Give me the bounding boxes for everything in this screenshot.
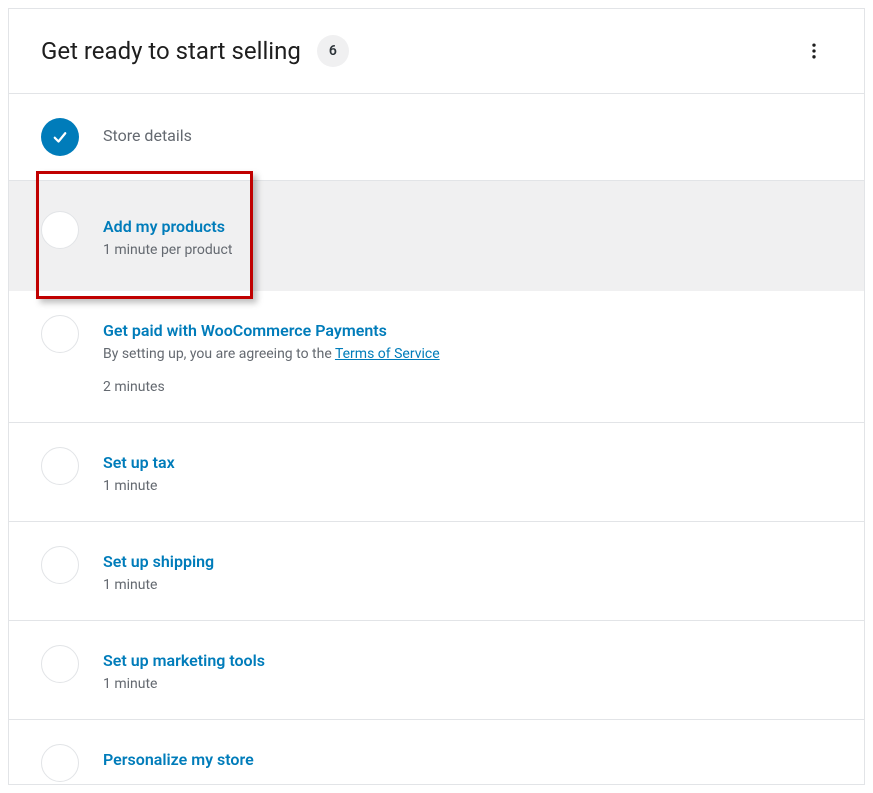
task-duration: 1 minute [103, 575, 214, 596]
setup-card: Get ready to start selling 6 Store detai… [8, 8, 865, 785]
task-title: Set up marketing tools [103, 651, 265, 670]
task-item-get-paid[interactable]: Get paid with WooCommerce Payments By se… [9, 291, 864, 423]
card-title: Get ready to start selling [41, 37, 301, 65]
task-list: Store details Add my products 1 minute p… [9, 94, 864, 784]
task-subtitle: 1 minute per product [103, 240, 232, 261]
task-duration: 1 minute [103, 476, 175, 497]
task-duration: 2 minutes [103, 377, 440, 398]
task-content: Set up tax 1 minute [103, 447, 175, 497]
header-left: Get ready to start selling 6 [41, 35, 349, 67]
task-status-pending-icon [41, 546, 79, 584]
task-title: Personalize my store [103, 750, 254, 769]
task-content: Add my products 1 minute per product [103, 211, 232, 261]
task-status-pending-icon [41, 645, 79, 683]
task-title: Set up shipping [103, 552, 214, 571]
more-menu-button[interactable] [796, 33, 832, 69]
task-item-set-up-shipping[interactable]: Set up shipping 1 minute [9, 522, 864, 621]
card-header: Get ready to start selling 6 [9, 9, 864, 94]
task-item-add-products[interactable]: Add my products 1 minute per product [9, 181, 864, 291]
task-title: Get paid with WooCommerce Payments [103, 321, 440, 340]
task-status-pending-icon [41, 447, 79, 485]
task-title: Set up tax [103, 453, 175, 472]
task-item-store-details[interactable]: Store details [9, 94, 864, 181]
task-content: Set up shipping 1 minute [103, 546, 214, 596]
check-icon [51, 128, 69, 146]
terms-of-service-link[interactable]: Terms of Service [335, 346, 440, 362]
task-status-pending-icon [41, 744, 79, 782]
task-item-set-up-tax[interactable]: Set up tax 1 minute [9, 423, 864, 522]
task-content: Set up marketing tools 1 minute [103, 645, 265, 695]
task-duration: 1 minute [103, 674, 265, 695]
task-title: Add my products [103, 217, 232, 236]
subtitle-prefix: By setting up, you are agreeing to the [103, 346, 335, 362]
task-count-badge: 6 [317, 35, 349, 67]
task-status-pending-icon [41, 211, 79, 249]
task-status-pending-icon [41, 315, 79, 353]
task-content: Personalize my store [103, 744, 254, 769]
task-status-done-icon [41, 118, 79, 156]
task-subtitle: By setting up, you are agreeing to the T… [103, 344, 440, 365]
task-title: Store details [103, 126, 192, 145]
task-item-marketing-tools[interactable]: Set up marketing tools 1 minute [9, 621, 864, 720]
task-item-personalize-store[interactable]: Personalize my store [9, 720, 864, 784]
task-content: Store details [103, 118, 192, 145]
more-vertical-icon [804, 41, 824, 61]
task-content: Get paid with WooCommerce Payments By se… [103, 315, 440, 398]
